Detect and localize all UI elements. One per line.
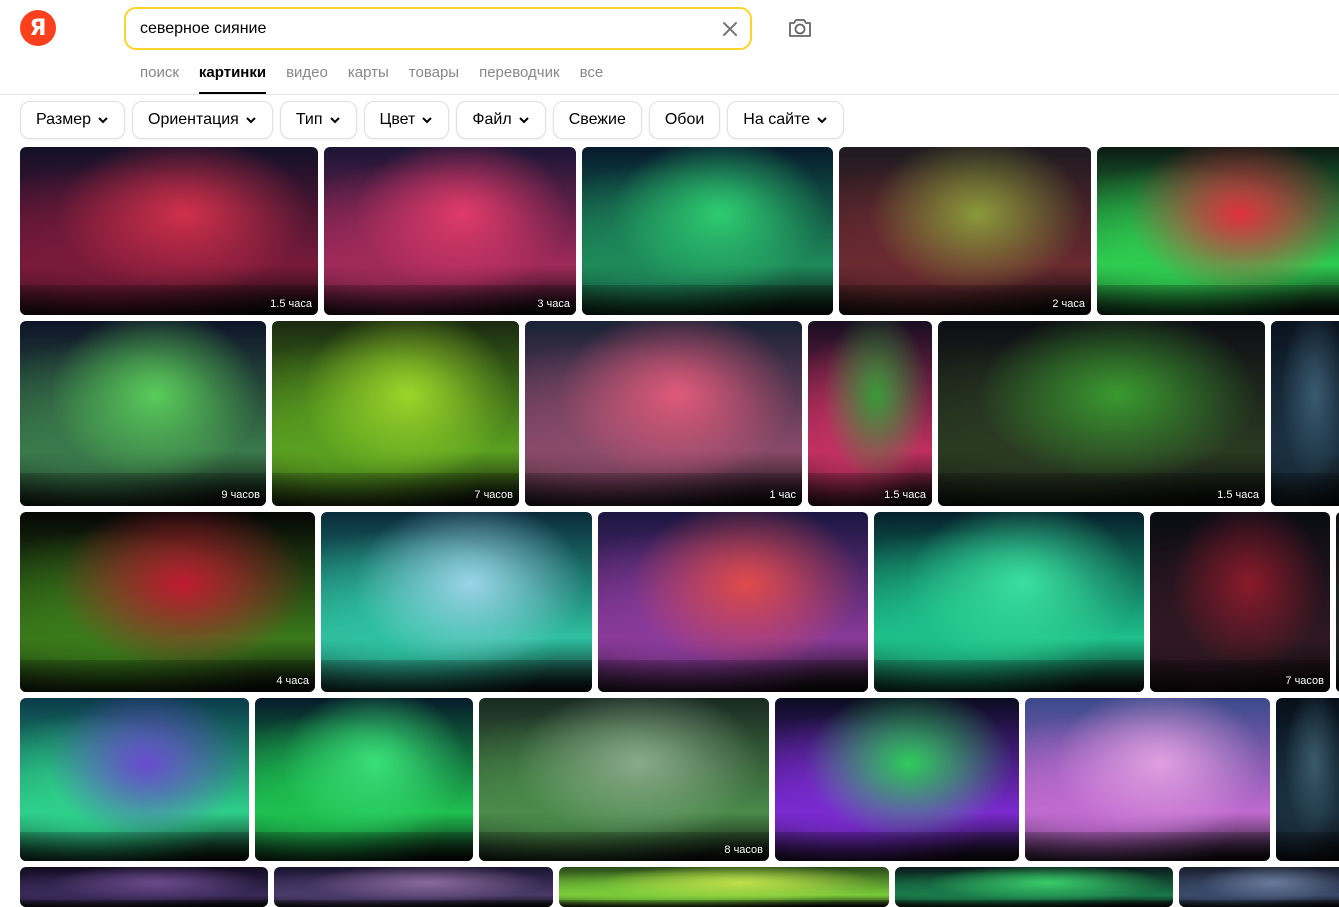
image-result-tile[interactable] <box>1271 321 1339 506</box>
filters-bar: Размер Ориентация Тип Цвет Файл Свежие О… <box>20 101 845 139</box>
image-result-tile[interactable] <box>255 698 473 861</box>
image-result-tile[interactable] <box>1179 867 1339 907</box>
landscape-silhouette <box>895 899 1173 907</box>
image-result-tile[interactable]: 1.5 часа <box>808 321 932 506</box>
filter-label: На сайте <box>743 111 811 128</box>
landscape-silhouette <box>1097 284 1339 315</box>
filter-size[interactable]: Размер <box>20 101 125 139</box>
filter-label: Цвет <box>379 111 416 128</box>
filter-label: Тип <box>295 111 323 128</box>
filter-label: Файл <box>472 111 512 128</box>
chevron-down-icon <box>329 117 340 124</box>
image-result-tile[interactable] <box>1025 698 1270 861</box>
filter-type[interactable]: Тип <box>279 101 357 139</box>
tab-products[interactable]: товары <box>409 64 459 94</box>
landscape-silhouette <box>1276 831 1339 861</box>
tab-images[interactable]: картинки <box>198 64 267 94</box>
landscape-silhouette <box>598 659 868 692</box>
yandex-logo[interactable]: Я <box>20 10 56 46</box>
time-badge: 8 часов <box>724 844 763 856</box>
image-result-tile[interactable]: 1.5 часа <box>20 147 318 315</box>
filter-label: Размер <box>36 111 91 128</box>
landscape-silhouette <box>1179 899 1339 907</box>
filter-color[interactable]: Цвет <box>363 101 450 139</box>
image-result-tile[interactable]: 7 часов <box>1150 512 1330 692</box>
filter-label: Ориентация <box>148 111 239 128</box>
filter-fresh[interactable]: Свежие <box>552 101 642 139</box>
image-result-tile[interactable] <box>1276 698 1339 861</box>
tab-translator[interactable]: переводчик <box>479 64 559 94</box>
time-badge: 1 час <box>769 489 796 501</box>
image-result-tile[interactable] <box>1097 147 1339 315</box>
chevron-down-icon <box>246 117 256 124</box>
landscape-silhouette <box>938 472 1265 506</box>
chevron-down-icon <box>518 117 529 124</box>
time-badge: 1.5 часа <box>1217 489 1259 501</box>
landscape-silhouette <box>1025 831 1270 861</box>
image-result-tile[interactable]: 1.5 часа <box>938 321 1265 506</box>
camera-search-icon[interactable] <box>787 15 813 41</box>
image-result-tile[interactable] <box>20 698 249 861</box>
time-badge: 1.5 часа <box>270 298 312 310</box>
time-badge: 2 часа <box>1052 298 1085 310</box>
header: Я поиск картинки видео карты товары пере… <box>0 0 1339 95</box>
image-result-tile[interactable]: 2 часа <box>839 147 1091 315</box>
chevron-down-icon <box>422 117 433 124</box>
filter-label: Свежие <box>568 111 626 128</box>
image-result-tile[interactable]: 1 час <box>525 321 802 506</box>
image-result-tile[interactable] <box>895 867 1173 907</box>
time-badge: 4 часа <box>276 675 309 687</box>
chevron-down-icon <box>817 117 827 124</box>
chevron-down-icon <box>98 117 108 124</box>
image-result-tile[interactable] <box>874 512 1144 692</box>
filter-file[interactable]: Файл <box>456 101 546 139</box>
tab-all[interactable]: все <box>580 64 604 94</box>
image-result-tile[interactable] <box>582 147 833 315</box>
landscape-silhouette <box>20 659 315 692</box>
landscape-silhouette <box>1271 472 1339 506</box>
filter-on-site[interactable]: На сайте <box>727 101 845 139</box>
filter-orientation[interactable]: Ориентация <box>132 101 273 139</box>
time-badge: 1.5 часа <box>884 489 926 501</box>
landscape-silhouette <box>321 659 592 692</box>
filter-label: Обои <box>664 111 705 128</box>
tab-search[interactable]: поиск <box>140 64 179 94</box>
image-result-tile[interactable] <box>775 698 1019 861</box>
time-badge: 7 часов <box>474 489 513 501</box>
tab-maps[interactable]: карты <box>348 64 389 94</box>
image-result-tile[interactable]: 3 часа <box>324 147 576 315</box>
time-badge: 9 часов <box>221 489 260 501</box>
landscape-silhouette <box>525 472 802 506</box>
image-result-tile[interactable] <box>321 512 592 692</box>
image-result-tile[interactable] <box>598 512 868 692</box>
image-result-tile[interactable]: 9 часов <box>20 321 266 506</box>
landscape-silhouette <box>775 831 1019 861</box>
image-result-tile[interactable]: 7 часов <box>272 321 519 506</box>
time-badge: 7 часов <box>1285 675 1324 687</box>
landscape-silhouette <box>274 899 553 907</box>
landscape-silhouette <box>582 284 833 315</box>
image-result-tile[interactable] <box>20 867 268 907</box>
search-input[interactable] <box>140 18 700 40</box>
time-badge: 3 часа <box>537 298 570 310</box>
image-result-tile[interactable]: 8 часов <box>479 698 769 861</box>
landscape-silhouette <box>255 831 473 861</box>
search-tabs: поиск картинки видео карты товары перево… <box>140 64 603 94</box>
image-result-tile[interactable]: 4 часа <box>20 512 315 692</box>
search-box <box>124 7 752 50</box>
image-result-tile[interactable] <box>274 867 553 907</box>
landscape-silhouette <box>874 659 1144 692</box>
landscape-silhouette <box>559 899 889 907</box>
landscape-silhouette <box>20 899 268 907</box>
image-result-tile[interactable] <box>559 867 889 907</box>
filter-wallpapers[interactable]: Обои <box>648 101 721 139</box>
tab-video[interactable]: видео <box>286 64 328 94</box>
clear-icon[interactable] <box>720 19 740 39</box>
landscape-silhouette <box>20 831 249 861</box>
